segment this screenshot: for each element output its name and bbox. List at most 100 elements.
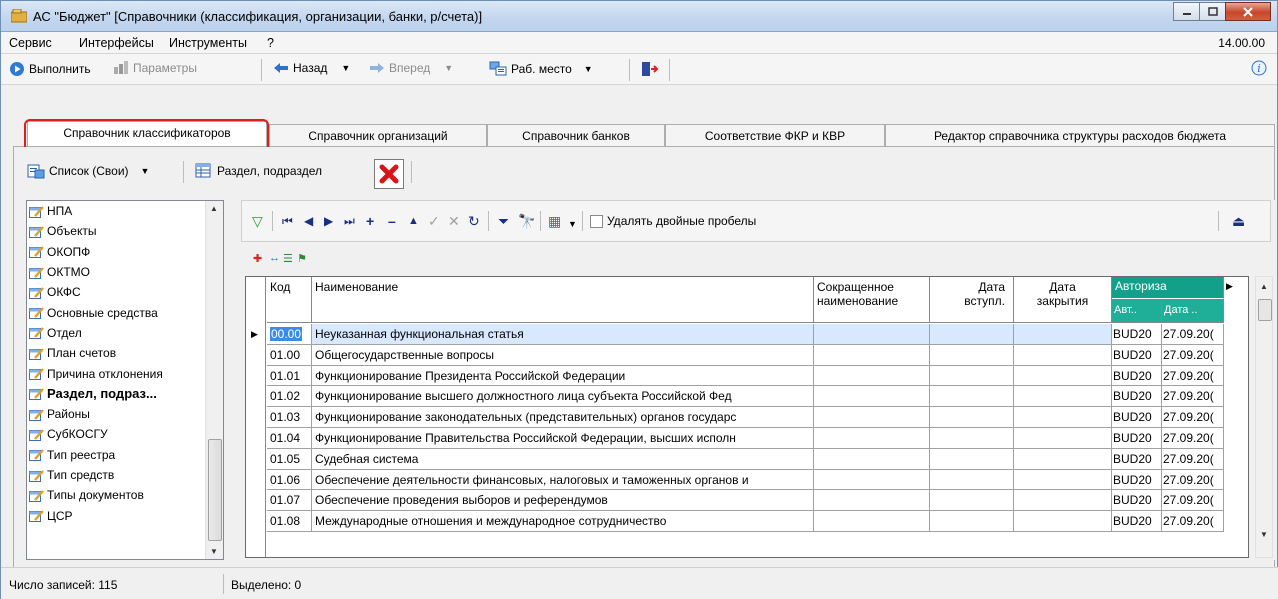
cell-name[interactable]: Функционирование законодательных (предст…: [312, 407, 814, 428]
add-record-icon[interactable]: +: [366, 214, 374, 228]
cell-auth-date[interactable]: 27.09.20(: [1162, 365, 1224, 387]
cell-date-start[interactable]: [930, 344, 1014, 366]
cell-auth-date[interactable]: 27.09.20(: [1162, 386, 1224, 408]
cell-date-close[interactable]: [1014, 469, 1112, 491]
classifier-list-item[interactable]: СубКОСГУ: [27, 424, 205, 444]
cancel-x-icon[interactable]: ✕: [448, 214, 460, 228]
grid-settings-icon[interactable]: ⚑: [297, 252, 307, 265]
scroll-down-icon[interactable]: ▼: [210, 547, 218, 556]
table-row[interactable]: 01.04 Функционирование Правительства Росс…: [267, 428, 1248, 449]
cell-author[interactable]: BUD20: [1112, 324, 1162, 345]
cell-auth-date[interactable]: 27.09.20(: [1162, 511, 1224, 532]
exit-door-icon[interactable]: ⏏: [1232, 214, 1245, 228]
table-row[interactable]: 01.00 Общегосударственные вопросы BUD20 27.…: [267, 344, 1248, 366]
filter-down-icon[interactable]: ▽: [252, 214, 263, 228]
cell-short-name[interactable]: [814, 344, 930, 366]
column-header-authorization[interactable]: Авториза: [1112, 277, 1224, 299]
scroll-up-icon[interactable]: ▲: [1260, 282, 1268, 291]
menu-interfaces[interactable]: Интерфейсы: [79, 36, 154, 50]
cell-date-close[interactable]: [1014, 511, 1112, 532]
classifier-list-item[interactable]: НПА: [27, 201, 205, 221]
cell-author[interactable]: BUD20: [1112, 386, 1162, 408]
params-button[interactable]: Параметры: [113, 61, 197, 75]
cell-short-name[interactable]: [814, 490, 930, 512]
cell-name[interactable]: Неуказанная функциональная статья: [312, 324, 814, 345]
cell-date-start[interactable]: [930, 448, 1014, 470]
scrollbar-thumb[interactable]: [208, 439, 222, 541]
cell-short-name[interactable]: [814, 386, 930, 408]
cell-short-name[interactable]: [814, 324, 930, 345]
table-row[interactable]: 01.06 Обеспечение деятельности финансовых…: [267, 469, 1248, 491]
cell-name[interactable]: Функционирование Правительства Российско…: [312, 428, 814, 449]
cell-code[interactable]: 01.04: [267, 428, 312, 449]
cell-date-start[interactable]: [930, 490, 1014, 512]
scroll-up-icon[interactable]: ▲: [210, 204, 218, 213]
cell-name[interactable]: Общегосударственные вопросы: [312, 344, 814, 366]
back-button[interactable]: Назад ▼: [273, 61, 350, 75]
cell-code[interactable]: 01.05: [267, 448, 312, 470]
cell-code[interactable]: 01.06: [267, 469, 312, 491]
section-button[interactable]: Раздел, подраздел: [195, 163, 322, 179]
classifier-list-item[interactable]: Объекты: [27, 221, 205, 241]
cell-date-close[interactable]: [1014, 407, 1112, 428]
cell-date-close[interactable]: [1014, 386, 1112, 408]
cell-date-start[interactable]: [930, 469, 1014, 491]
classifier-list-item[interactable]: Основные средства: [27, 302, 205, 322]
cell-date-start[interactable]: [930, 511, 1014, 532]
cell-date-close[interactable]: [1014, 324, 1112, 345]
table-row[interactable]: 00.00 Неуказанная функциональная статья BU…: [267, 324, 1248, 345]
column-header-short-name[interactable]: Сокращенное наименование: [814, 277, 930, 323]
cell-name[interactable]: Международные отношения и международное …: [312, 511, 814, 532]
classifier-list-item[interactable]: ОКТМО: [27, 262, 205, 282]
chevron-down-icon[interactable]: ▼: [584, 64, 593, 74]
prev-record-icon[interactable]: ◀: [304, 214, 313, 228]
tab-expense-structure-editor[interactable]: Редактор справочника структуры расходов …: [885, 124, 1275, 146]
cell-auth-date[interactable]: 27.09.20(: [1162, 428, 1224, 449]
cell-author[interactable]: BUD20: [1112, 490, 1162, 512]
classifier-list-item[interactable]: Отдел: [27, 323, 205, 343]
cell-date-close[interactable]: [1014, 344, 1112, 366]
column-header-code[interactable]: Код: [267, 277, 312, 323]
table-row[interactable]: 01.07 Обеспечение проведения выборов и ре…: [267, 490, 1248, 512]
minimize-button[interactable]: [1173, 2, 1200, 21]
cell-code[interactable]: 01.01: [267, 365, 312, 387]
workplace-button[interactable]: Раб. место ▼: [489, 61, 593, 77]
last-record-icon[interactable]: ⏭: [344, 214, 355, 228]
cell-short-name[interactable]: [814, 428, 930, 449]
filter-funnel-icon[interactable]: ⏷: [498, 214, 509, 228]
forward-button[interactable]: Вперед ▼: [369, 61, 453, 75]
exit-button[interactable]: [641, 61, 659, 77]
cell-auth-date[interactable]: 27.09.20(: [1162, 407, 1224, 428]
scroll-down-icon[interactable]: ▼: [1260, 530, 1268, 539]
table-row[interactable]: 01.02 Функционирование высшего должностно…: [267, 386, 1248, 408]
cell-date-start[interactable]: [930, 407, 1014, 428]
classifier-list-item[interactable]: Тип средств: [27, 465, 205, 485]
column-header-date-start[interactable]: Дата вступл.: [930, 277, 1014, 323]
cell-date-start[interactable]: [930, 324, 1014, 345]
tab-fkr-kvr[interactable]: Соответствие ФКР и КВР: [665, 124, 885, 146]
table-row[interactable]: 01.03 Функционирование законодательных (п…: [267, 407, 1248, 428]
cell-auth-date[interactable]: 27.09.20(: [1162, 490, 1224, 512]
cell-code[interactable]: 01.07: [267, 490, 312, 512]
classifier-list-item[interactable]: Районы: [27, 404, 205, 424]
maximize-button[interactable]: [1199, 2, 1226, 21]
cell-short-name[interactable]: [814, 407, 930, 428]
cell-date-close[interactable]: [1014, 448, 1112, 470]
cell-date-start[interactable]: [930, 386, 1014, 408]
menu-service[interactable]: Сервис: [9, 36, 52, 50]
column-header-name[interactable]: Наименование: [312, 277, 814, 323]
list-dropdown[interactable]: Список (Свои) ▼: [27, 163, 149, 179]
refresh-icon[interactable]: ↻: [468, 214, 480, 228]
grid-scrollbar[interactable]: ▲ ▼: [1255, 276, 1273, 558]
remove-double-spaces-toggle[interactable]: Удалять двойные пробелы: [590, 214, 756, 228]
add-child-icon[interactable]: ✚: [253, 252, 262, 265]
cell-code[interactable]: 01.08: [267, 511, 312, 532]
cell-author[interactable]: BUD20: [1112, 365, 1162, 387]
menu-help[interactable]: ?: [267, 36, 274, 50]
chevron-down-icon[interactable]: ▼: [341, 63, 350, 73]
scrollbar-thumb[interactable]: [1258, 299, 1272, 321]
cell-name[interactable]: Функционирование Президента Российской Ф…: [312, 365, 814, 387]
classifier-list-item[interactable]: Причина отклонения: [27, 363, 205, 383]
cell-date-start[interactable]: [930, 428, 1014, 449]
delete-button[interactable]: [374, 159, 404, 189]
